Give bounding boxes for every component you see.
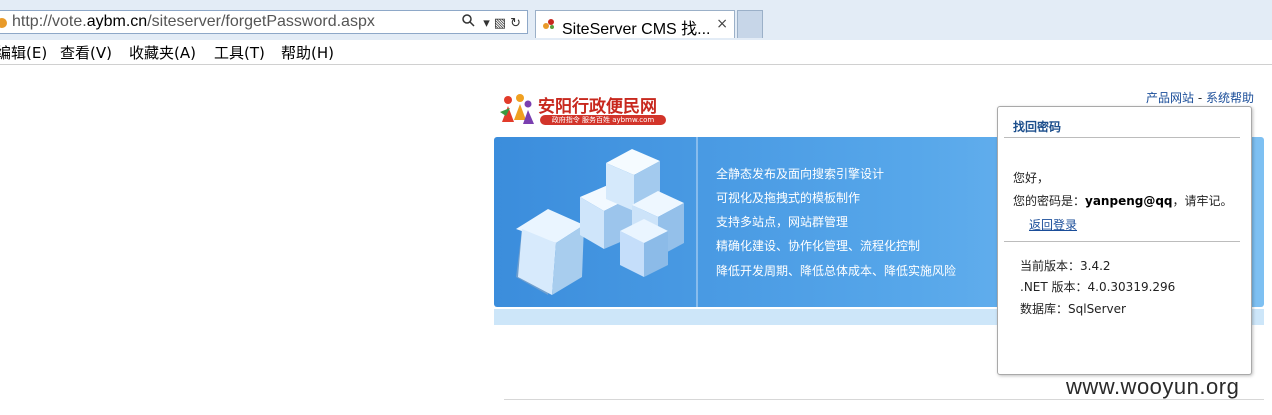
browser-chrome: http://vote.aybm.cn/siteserver/forgetPas… bbox=[0, 0, 1272, 40]
back-to-login-link[interactable]: 返回登录 bbox=[1029, 216, 1077, 233]
retrieve-password-panel: 找回密码 您好， 您的密码是：yanpeng@qq，请牢记。 返回登录 当前版本… bbox=[997, 106, 1252, 375]
menu-help[interactable]: 帮助(H) bbox=[281, 42, 334, 63]
greeting-text: 您好， bbox=[1013, 171, 1050, 185]
banner-divider bbox=[696, 137, 698, 307]
compatibility-view-icon[interactable]: ▧ bbox=[494, 16, 506, 31]
address-bar[interactable]: http://vote.aybm.cn/siteserver/forgetPas… bbox=[0, 10, 528, 34]
product-site-link[interactable]: 产品网站 bbox=[1146, 91, 1194, 105]
address-tools: ▾ ▧ ↻ bbox=[458, 14, 521, 31]
password-label: 您的密码是： bbox=[1013, 194, 1086, 208]
feature-item: 精确化建设、协作化管理、流程化控制 bbox=[716, 239, 921, 253]
top-links: 产品网站 - 系统帮助 bbox=[1146, 89, 1254, 106]
url-text[interactable]: http://vote.aybm.cn/siteserver/forgetPas… bbox=[12, 13, 375, 31]
link-separator: - bbox=[1194, 91, 1206, 105]
version-text: 当前版本：3.4.2 bbox=[1020, 259, 1111, 273]
url-domain: aybm.cn bbox=[86, 13, 148, 30]
page-favicon-icon bbox=[0, 15, 8, 29]
feature-item: 支持多站点，网站群管理 bbox=[716, 215, 849, 229]
feature-item: 全静态发布及面向搜索引擎设计 bbox=[716, 167, 885, 181]
menu-view[interactable]: 查看(V) bbox=[60, 42, 112, 63]
url-prefix: http://vote. bbox=[12, 13, 87, 30]
menu-edit[interactable]: 编辑(E) bbox=[0, 42, 47, 63]
new-tab-button[interactable] bbox=[737, 10, 763, 38]
system-help-link[interactable]: 系统帮助 bbox=[1206, 91, 1254, 105]
site-logo: 安阳行政便民网 政府指令 服务百姓 aybmw.com bbox=[498, 92, 670, 128]
logo-name: 安阳行政便民网 bbox=[538, 97, 657, 117]
password-value: yanpeng@qq bbox=[1085, 194, 1173, 208]
dropdown-arrow-icon[interactable]: ▾ bbox=[483, 16, 490, 31]
password-message: 您的密码是：yanpeng@qq，请牢记。 bbox=[1013, 192, 1233, 209]
panel-divider bbox=[1004, 241, 1240, 242]
panel-title: 找回密码 bbox=[1013, 120, 1062, 134]
tab-favicon-icon bbox=[542, 17, 556, 35]
logo-figures-icon bbox=[500, 94, 534, 124]
cubes-illustration-icon bbox=[516, 149, 684, 295]
menu-tools[interactable]: 工具(T) bbox=[214, 42, 265, 63]
panel-divider bbox=[1004, 137, 1240, 138]
refresh-icon[interactable]: ↻ bbox=[510, 16, 521, 31]
menu-favorites[interactable]: 收藏夹(A) bbox=[129, 42, 196, 63]
browser-tab[interactable]: SiteServer CMS 找... × bbox=[535, 10, 735, 38]
logo-tagline: 政府指令 服务百姓 aybmw.com bbox=[540, 115, 666, 125]
tab-title: SiteServer CMS 找... bbox=[562, 21, 711, 38]
feature-item: 降低开发周期、降低总体成本、降低实施风险 bbox=[716, 264, 957, 278]
search-icon[interactable] bbox=[462, 14, 479, 31]
menu-bar: 编辑(E) 查看(V) 收藏夹(A) 工具(T) 帮助(H) bbox=[0, 40, 1272, 65]
database-text: 数据库：SqlServer bbox=[1020, 302, 1126, 316]
url-suffix: /siteserver/forgetPassword.aspx bbox=[147, 13, 375, 30]
net-version-text: .NET 版本：4.0.30319.296 bbox=[1020, 280, 1176, 294]
tab-close-icon[interactable]: × bbox=[716, 16, 728, 32]
feature-item: 可视化及拖拽式的模板制作 bbox=[716, 191, 861, 205]
watermark: www.wooyun.org bbox=[1066, 374, 1240, 399]
password-note: ，请牢记。 bbox=[1172, 194, 1233, 208]
